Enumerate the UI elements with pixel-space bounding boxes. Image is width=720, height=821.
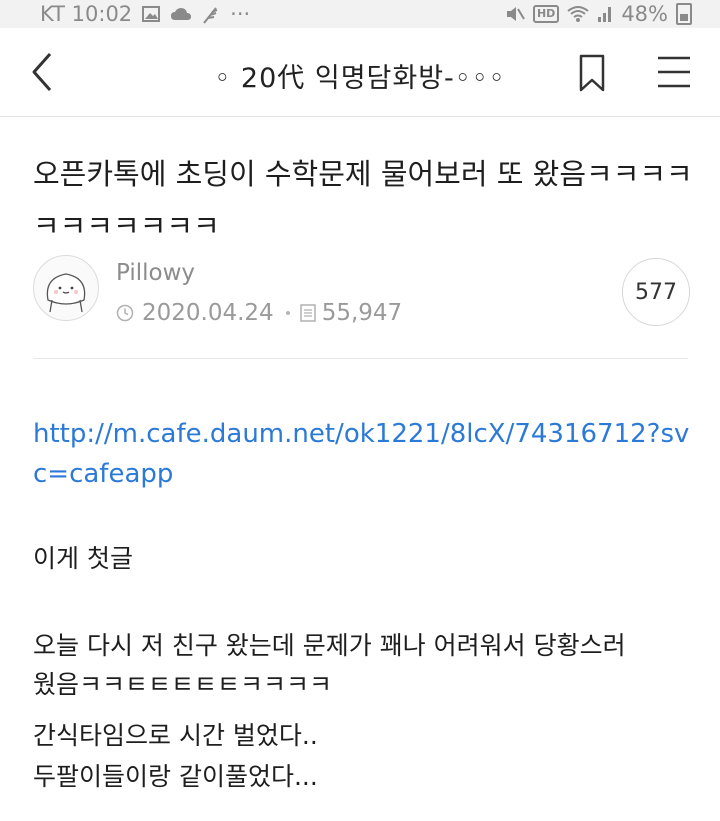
post-title: 오픈카톡에 초딩이 수학문제 물어보러 또 왔음ㅋㅋㅋㅋㅋㅋㅋㅋㅋㅋㅋ bbox=[33, 157, 693, 243]
divider bbox=[33, 358, 688, 359]
body-paragraph: 이게 첫글 bbox=[33, 544, 133, 573]
status-right: HD 48% bbox=[505, 0, 692, 28]
feather-icon bbox=[203, 7, 218, 24]
carrier-time: KT 10:02 bbox=[40, 2, 133, 26]
cafe-title[interactable]: ◦ 20代 익명담화방-◦◦◦ bbox=[0, 56, 720, 95]
bookmark-icon bbox=[579, 54, 605, 92]
hd-badge: HD bbox=[532, 5, 560, 23]
post-meta: 2020.04.24 55,947 bbox=[116, 298, 402, 328]
bookmark-button[interactable] bbox=[574, 50, 610, 96]
wifi-icon bbox=[567, 6, 589, 22]
mute-icon bbox=[506, 7, 525, 21]
signal-icon bbox=[598, 7, 612, 22]
document-icon bbox=[299, 304, 316, 322]
view-count: 55,947 bbox=[321, 300, 403, 326]
cloud-icon bbox=[171, 8, 192, 20]
hamburger-menu-icon bbox=[658, 56, 690, 88]
body-paragraph: 두팔이들이랑 같이풀었다... bbox=[33, 762, 318, 791]
meta-separator bbox=[285, 311, 290, 315]
battery-icon bbox=[676, 3, 692, 25]
avatar[interactable] bbox=[33, 255, 99, 321]
author-name[interactable]: Pillowy bbox=[116, 260, 195, 286]
status-left: KT 10:02 ··· bbox=[40, 0, 250, 28]
menu-button[interactable] bbox=[652, 52, 696, 92]
body-paragraph: 오늘 다시 저 친구 왔는데 문제가 꽤나 어려워서 당황스러 bbox=[33, 631, 626, 660]
clock-icon bbox=[116, 304, 134, 322]
cafe-link[interactable]: http://m.cafe.daum.net/ok1221/8lcX/74316… bbox=[33, 414, 693, 494]
comment-count-button[interactable]: 577 bbox=[622, 258, 690, 326]
body-paragraph: 웠음ㅋㅋㅌㅌㅌㅌㅌㅋㅋㅋㅋ bbox=[33, 670, 333, 699]
status-bar: KT 10:02 ··· HD 48% bbox=[0, 0, 720, 28]
more-indicator: ··· bbox=[230, 2, 251, 26]
gallery-icon bbox=[142, 6, 161, 22]
post-date: 2020.04.24 bbox=[142, 300, 274, 326]
body-paragraph: 간식타임으로 시간 벌었다.. bbox=[33, 721, 318, 750]
author-avatar-icon bbox=[46, 273, 86, 313]
app-header: ◦ 20代 익명담화방-◦◦◦ bbox=[0, 28, 720, 117]
battery-percent: 48% bbox=[621, 2, 668, 26]
